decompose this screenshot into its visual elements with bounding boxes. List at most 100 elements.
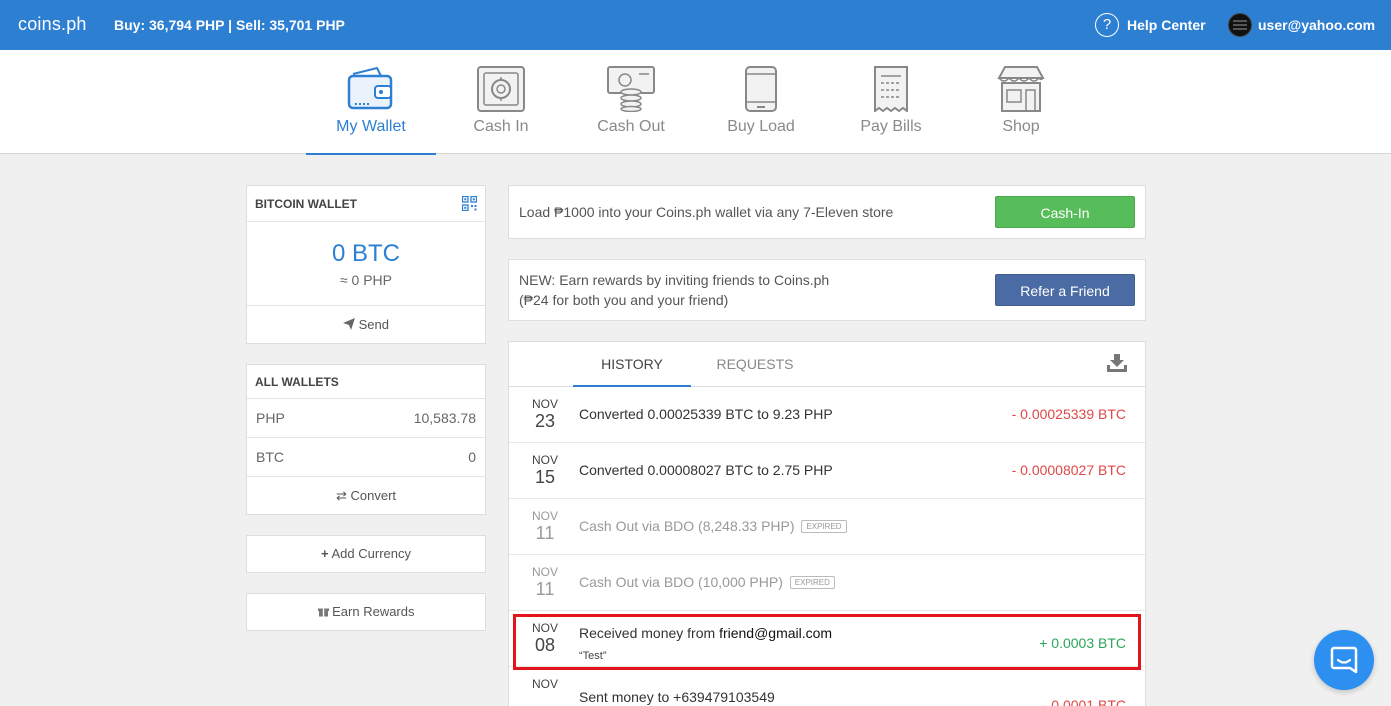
all-wallets-panel: ALL WALLETS PHP 10,583.78 BTC 0 ⇄ Conver… — [246, 364, 486, 515]
transaction-day: 23 — [534, 411, 556, 431]
transaction-row[interactable]: NOV Sent money to +639479103549 - 0.0001… — [509, 667, 1145, 706]
cash-in-button[interactable]: Cash-In — [995, 196, 1135, 228]
earn-rewards-label: Earn Rewards — [332, 604, 415, 619]
transaction-row[interactable]: NOV 23 Converted 0.00025339 BTC to 9.23 … — [509, 387, 1145, 443]
nav-label: Cash Out — [597, 118, 665, 135]
transaction-month: NOV — [531, 397, 558, 411]
safe-icon — [477, 66, 525, 112]
convert-label: Convert — [350, 488, 397, 503]
cash-out-icon — [607, 66, 655, 112]
earn-rewards-button[interactable]: Earn Rewards — [246, 593, 486, 631]
wallet-row-php[interactable]: PHP 10,583.78 — [247, 399, 485, 438]
all-wallets-title: ALL WALLETS — [247, 365, 485, 399]
exchange-rates: Buy: 36,794 PHP | Sell: 35,701 PHP — [114, 17, 345, 33]
transaction-date: NOV 11 — [523, 565, 567, 599]
shop-icon — [997, 66, 1045, 112]
help-center-link[interactable]: ? Help Center — [1095, 13, 1206, 37]
history-tabs: HISTORY REQUESTS — [509, 342, 1145, 387]
add-currency-label: Add Currency — [331, 546, 411, 561]
transaction-row[interactable]: NOV 08 Received money from friend@gmail.… — [509, 611, 1145, 667]
transaction-description: Cash Out via BDO (8,248.33 PHP) EXPIRED — [579, 518, 847, 534]
transaction-month: NOV — [531, 509, 558, 523]
wallet-icon — [347, 66, 393, 110]
avatar — [1228, 13, 1252, 37]
transaction-text: Received money from — [579, 625, 720, 641]
transaction-row[interactable]: NOV 11 Cash Out via BDO (10,000 PHP) EXP… — [509, 555, 1145, 611]
expired-badge: EXPIRED — [801, 520, 847, 533]
transaction-text: Cash Out via BDO (8,248.33 PHP) — [579, 518, 795, 534]
wallet-value: 10,583.78 — [413, 410, 476, 426]
paper-plane-icon — [343, 318, 355, 330]
nav-cash-out[interactable]: Cash Out — [566, 50, 696, 154]
transaction-amount: - 0.0001 BTC — [1042, 697, 1126, 706]
chat-icon — [1330, 646, 1358, 674]
top-bar: coins.ph Buy: 36,794 PHP | Sell: 35,701 … — [0, 0, 1391, 50]
refer-promo-line1: NEW: Earn rewards by inviting friends to… — [519, 272, 830, 288]
user-menu[interactable]: user@yahoo.com — [1228, 13, 1375, 37]
plus-icon: + — [321, 546, 329, 561]
transaction-month: NOV — [531, 453, 558, 467]
transaction-row[interactable]: NOV 11 Cash Out via BDO (8,248.33 PHP) E… — [509, 499, 1145, 555]
cashin-promo: Load ₱1000 into your Coins.ph wallet via… — [508, 185, 1146, 239]
transaction-day: 11 — [535, 523, 555, 543]
transaction-counterparty: friend@gmail.com — [719, 625, 833, 641]
download-icon[interactable] — [1107, 354, 1127, 372]
history-panel: HISTORY REQUESTS NOV 23 Converted 0.0002… — [508, 341, 1146, 706]
transaction-amount: - 0.00008027 BTC — [1011, 462, 1126, 478]
transaction-month: NOV — [531, 621, 558, 635]
add-currency-button[interactable]: + Add Currency — [246, 535, 486, 573]
tab-history[interactable]: HISTORY — [573, 342, 691, 387]
gift-icon — [317, 608, 329, 617]
nav-label: Pay Bills — [860, 118, 922, 135]
nav-my-wallet[interactable]: My Wallet — [306, 50, 436, 155]
nav-label: Cash In — [473, 118, 529, 135]
transaction-date: NOV 23 — [523, 397, 567, 431]
send-label: Send — [358, 317, 389, 332]
transaction-date: NOV 11 — [523, 509, 567, 543]
send-button[interactable]: Send — [247, 305, 485, 343]
transaction-month: NOV — [531, 565, 558, 579]
nav-pay-bills[interactable]: Pay Bills — [826, 50, 956, 154]
transaction-text: Cash Out via BDO (10,000 PHP) — [579, 574, 783, 590]
refer-friend-button[interactable]: Refer a Friend — [995, 274, 1135, 306]
bitcoin-wallet-header: BITCOIN WALLET — [247, 186, 485, 222]
transaction-date: NOV — [523, 677, 567, 691]
nav-shop[interactable]: Shop — [956, 50, 1086, 154]
phone-icon — [745, 66, 777, 112]
transaction-date: NOV 08 — [523, 621, 567, 655]
tab-requests[interactable]: REQUESTS — [701, 342, 809, 387]
logo[interactable]: coins.ph — [18, 14, 87, 35]
transaction-note: “Test” — [579, 650, 607, 662]
wallet-value: 0 — [468, 449, 476, 465]
nav-label: Shop — [1002, 118, 1040, 135]
transaction-description: Cash Out via BDO (10,000 PHP) EXPIRED — [579, 574, 835, 590]
cashin-promo-text: Load ₱1000 into your Coins.ph wallet via… — [519, 204, 894, 220]
nav-cash-in[interactable]: Cash In — [436, 50, 566, 154]
transaction-row[interactable]: NOV 15 Converted 0.00008027 BTC to 2.75 … — [509, 443, 1145, 499]
transaction-description: Received money from friend@gmail.com — [579, 625, 832, 641]
transaction-description: Sent money to +639479103549 — [579, 689, 775, 705]
transaction-amount: + 0.0003 BTC — [1039, 635, 1126, 651]
main-nav: My Wallet Cash In Cash Out Buy Load Pay … — [0, 50, 1391, 155]
convert-button[interactable]: ⇄ Convert — [247, 477, 485, 514]
transaction-description: Converted 0.00008027 BTC to 2.75 PHP — [579, 462, 833, 478]
refer-promo: NEW: Earn rewards by inviting friends to… — [508, 259, 1146, 321]
receipt-icon — [874, 66, 908, 112]
help-center-label: Help Center — [1127, 17, 1206, 33]
wallet-currency: PHP — [256, 410, 285, 426]
user-email: user@yahoo.com — [1258, 17, 1376, 33]
bitcoin-wallet-panel: BITCOIN WALLET 0 BTC ≈ 0 PHP Send — [246, 185, 486, 344]
qr-code-icon[interactable] — [462, 196, 477, 211]
transaction-date: NOV 15 — [523, 453, 567, 487]
transaction-amount: - 0.00025339 BTC — [1011, 406, 1126, 422]
wallet-row-btc[interactable]: BTC 0 — [247, 438, 485, 477]
nav-label: Buy Load — [727, 118, 795, 135]
expired-badge: EXPIRED — [789, 576, 835, 589]
nav-buy-load[interactable]: Buy Load — [696, 50, 826, 154]
transaction-day: 11 — [535, 579, 555, 599]
chat-button[interactable] — [1314, 630, 1374, 690]
exchange-arrows-icon: ⇄ — [335, 488, 347, 503]
wallet-currency: BTC — [256, 449, 284, 465]
bitcoin-wallet-title: BITCOIN WALLET — [255, 197, 357, 211]
nav-label: My Wallet — [336, 118, 406, 135]
